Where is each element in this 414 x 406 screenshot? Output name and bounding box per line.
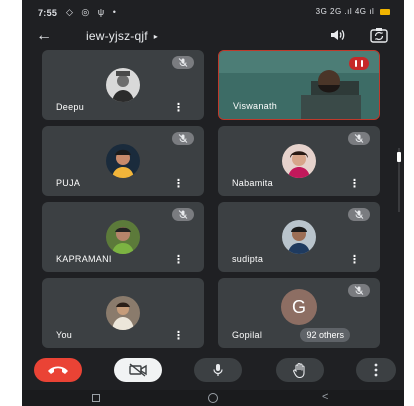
- recent-apps-icon[interactable]: [92, 394, 100, 402]
- participant-tile-you[interactable]: You ⋮: [42, 278, 204, 348]
- back-chevron-icon[interactable]: <: [322, 391, 328, 403]
- avatar-you: [106, 296, 140, 330]
- call-controls-bar: [22, 352, 404, 388]
- more-vert-icon: [374, 363, 378, 377]
- more-vert-icon[interactable]: ⋮: [173, 331, 184, 342]
- mic-off-icon: [172, 208, 194, 221]
- participant-tile-kapramani[interactable]: KAPRAMANI ⋮: [42, 202, 204, 272]
- phone-hangup-icon: [48, 366, 68, 374]
- participant-name: You: [56, 330, 73, 340]
- scrollbar-thumb[interactable]: [397, 152, 401, 162]
- status-notification-icons: ◇ ◎ ψ •: [66, 7, 119, 17]
- participant-name: KAPRAMANI: [56, 254, 112, 264]
- more-vert-icon[interactable]: ⋮: [349, 255, 360, 266]
- system-navigation-bar: <: [22, 390, 404, 406]
- avatar-kapramani: [106, 220, 140, 254]
- battery-icon: [380, 8, 390, 15]
- meeting-code-title[interactable]: iew-yjsz-qjf ▸: [86, 29, 158, 43]
- meeting-top-bar: ← iew-yjsz-qjf ▸: [22, 24, 404, 50]
- avatar-puja: [106, 144, 140, 178]
- more-vert-icon[interactable]: ⋮: [173, 179, 184, 190]
- participant-name: sudipta: [232, 254, 264, 264]
- arrow-left-icon[interactable]: ←: [36, 27, 52, 45]
- participant-name: Deepu: [56, 102, 85, 112]
- raise-hand-button[interactable]: [276, 358, 324, 382]
- avatar-deepu: [106, 68, 140, 102]
- avatar-sudipta: [282, 220, 316, 254]
- meeting-code: iew-yjsz-qjf: [86, 29, 148, 43]
- status-network-indicators: 3G 2G .ıl 4G ıl: [316, 7, 390, 16]
- participant-tile-puja[interactable]: PUJA ⋮: [42, 126, 204, 196]
- others-count-badge[interactable]: 92 others: [300, 328, 350, 342]
- avatar-nabamita: [282, 144, 316, 178]
- status-bar: 7:55 ◇ ◎ ψ • 3G 2G .ıl 4G ıl: [22, 0, 404, 24]
- participant-tile-gopilal[interactable]: G Gopilal 92 others: [218, 278, 380, 348]
- participant-name: PUJA: [56, 178, 81, 188]
- mic-off-icon: [348, 284, 370, 297]
- more-vert-icon[interactable]: ⋮: [173, 255, 184, 266]
- participant-tile-viswanath[interactable]: Viswanath: [218, 50, 380, 120]
- speaker-icon[interactable]: [330, 28, 346, 42]
- more-options-button[interactable]: [356, 358, 396, 382]
- status-time: 7:55: [38, 8, 58, 18]
- recording-icon: [349, 57, 369, 70]
- participant-tile-deepu[interactable]: Deepu ⋮: [42, 50, 204, 120]
- participant-name: Viswanath: [233, 101, 278, 111]
- microphone-button[interactable]: [194, 358, 242, 382]
- mic-icon: [213, 364, 223, 376]
- participant-tile-sudipta[interactable]: sudipta ⋮: [218, 202, 380, 272]
- hang-up-button[interactable]: [34, 358, 82, 382]
- camera-toggle-button[interactable]: [114, 358, 162, 382]
- participant-tile-nabamita[interactable]: Nabamita ⋮: [218, 126, 380, 196]
- more-vert-icon[interactable]: ⋮: [349, 179, 360, 190]
- raise-hand-icon: [293, 362, 305, 378]
- avatar-initial-g: G: [281, 289, 317, 325]
- camera-off-icon: [129, 363, 147, 377]
- chevron-right-icon: ▸: [153, 32, 158, 41]
- participant-name: Nabamita: [232, 178, 273, 188]
- mic-off-icon: [348, 132, 370, 145]
- more-vert-icon[interactable]: ⋮: [173, 103, 184, 114]
- participant-name: Gopilal: [232, 330, 263, 340]
- phone-screen: 7:55 ◇ ◎ ψ • 3G 2G .ıl 4G ıl ← iew-yjsz-…: [22, 0, 404, 406]
- network-signal-text: 3G 2G .ıl 4G ıl: [315, 7, 375, 16]
- camera-flip-icon[interactable]: [370, 27, 388, 43]
- mic-off-icon: [172, 56, 194, 69]
- mic-off-icon: [172, 132, 194, 145]
- mic-off-icon: [348, 208, 370, 221]
- home-icon[interactable]: [208, 393, 218, 403]
